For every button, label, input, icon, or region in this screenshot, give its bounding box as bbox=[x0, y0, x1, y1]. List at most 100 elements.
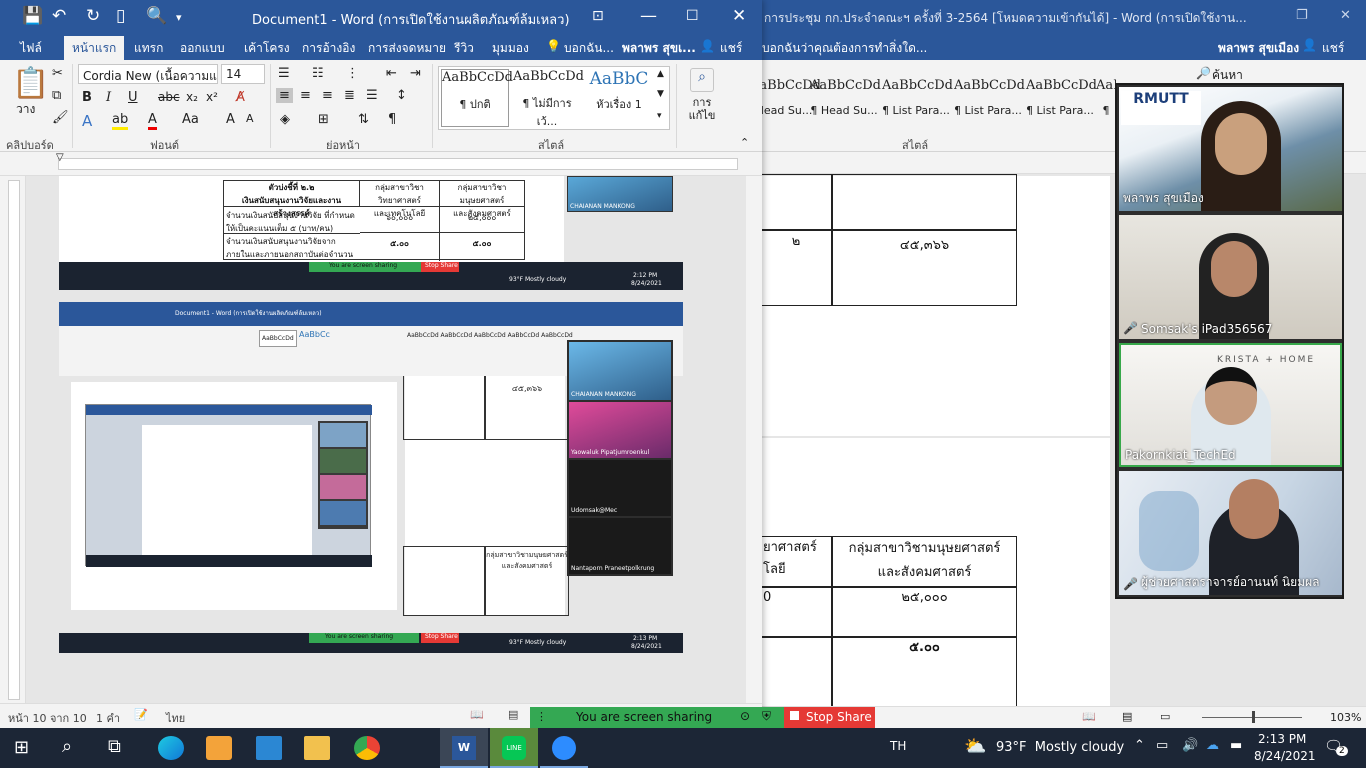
show-hidden-icons[interactable]: ⌃ bbox=[1134, 738, 1145, 753]
paste-label[interactable]: วาง bbox=[16, 100, 35, 119]
bg-style-4[interactable]: AaBbCcDd ¶ List Para... bbox=[954, 78, 1025, 126]
save-icon[interactable]: 💾 bbox=[22, 6, 43, 26]
read-mode-icon[interactable]: 📖 bbox=[470, 708, 484, 721]
taskbar-line[interactable]: LINE bbox=[490, 728, 538, 768]
close-icon[interactable]: ✕ bbox=[732, 6, 746, 26]
new-doc-icon[interactable]: ▯ bbox=[116, 6, 125, 26]
file-explorer-icon[interactable] bbox=[304, 736, 330, 760]
user-name[interactable]: พลาพร สุขเ... bbox=[622, 39, 696, 58]
tell-me-box[interactable]: บอกฉัน... bbox=[564, 39, 614, 58]
vertical-scrollbar[interactable] bbox=[746, 176, 762, 703]
change-case-icon[interactable]: Aa bbox=[182, 112, 199, 127]
clock-time[interactable]: 2:13 PM bbox=[1258, 732, 1306, 746]
copy-icon[interactable]: ⧉ bbox=[52, 88, 61, 103]
decrease-indent-icon[interactable]: ⇤ bbox=[386, 66, 397, 81]
edge-icon[interactable] bbox=[158, 736, 184, 760]
volume-icon[interactable]: 🔊 bbox=[1182, 738, 1198, 753]
zoom-thumb[interactable] bbox=[1252, 711, 1255, 723]
share-button[interactable]: แชร์ bbox=[720, 39, 742, 58]
store-icon[interactable] bbox=[206, 736, 232, 760]
bg-tell-me[interactable]: บอกฉันว่าคุณต้องการทำสิ่งใด... bbox=[762, 39, 927, 58]
mail-icon[interactable] bbox=[256, 736, 282, 760]
clear-format-icon[interactable]: A̸ bbox=[236, 90, 245, 105]
ribbon-display-icon[interactable]: ⊡ bbox=[592, 8, 604, 24]
bg-style-3[interactable]: AaBbCcDd ¶ List Para... bbox=[882, 78, 953, 126]
tab-insert[interactable]: แทรก bbox=[134, 39, 163, 58]
superscript-icon[interactable]: x² bbox=[206, 90, 218, 104]
tab-layout[interactable]: เค้าโครง bbox=[244, 39, 290, 58]
input-language[interactable]: TH bbox=[890, 739, 906, 753]
justify-icon[interactable]: ≣ bbox=[344, 88, 355, 103]
font-color-icon[interactable]: A bbox=[148, 112, 157, 130]
tab-design[interactable]: ออกแบบ bbox=[180, 39, 225, 58]
multilevel-icon[interactable]: ⋮ bbox=[346, 66, 359, 81]
drag-handle-icon[interactable]: ⋮ bbox=[536, 710, 547, 723]
tab-file[interactable]: ไฟล์ bbox=[20, 39, 42, 58]
tab-home[interactable]: หน้าแรก bbox=[64, 36, 125, 60]
onedrive-icon[interactable]: ☁ bbox=[1206, 738, 1219, 753]
align-left-icon[interactable]: ≡ bbox=[276, 88, 293, 103]
bg-search-icon[interactable]: 🔎 bbox=[1196, 66, 1211, 80]
text-effects-icon[interactable]: A bbox=[82, 112, 92, 130]
bg-style-6[interactable]: AaBbCcDd¶ ... bbox=[1096, 78, 1116, 126]
redo-icon[interactable]: ↻ bbox=[86, 6, 100, 26]
editing-button[interactable]: การ แก้ไข bbox=[684, 96, 720, 122]
borders-icon[interactable]: ⊞ bbox=[318, 112, 329, 127]
lightbulb-icon[interactable]: 💡 bbox=[546, 39, 561, 53]
style-heading-1[interactable]: AaBbC หัวเรื่อง 1 bbox=[585, 69, 653, 127]
print-layout-icon[interactable]: ▤ bbox=[1122, 710, 1132, 723]
indent-marker[interactable]: ▽ bbox=[56, 152, 64, 163]
italic-icon[interactable]: I bbox=[106, 90, 111, 105]
find-icon[interactable]: ⌕ bbox=[690, 68, 714, 92]
line-spacing-icon[interactable]: ↕ bbox=[396, 88, 407, 103]
style-no-spacing[interactable]: AaBbCcDd ¶ ไม่มีการเว้... bbox=[513, 69, 584, 128]
language-indicator[interactable]: ไทย bbox=[166, 709, 185, 727]
print-preview-icon[interactable]: 🔍 bbox=[146, 6, 167, 26]
bg-share-button[interactable]: แชร์ bbox=[1322, 39, 1344, 58]
restore-icon[interactable]: ❐ bbox=[1296, 8, 1308, 23]
increase-indent-icon[interactable]: ⇥ bbox=[410, 66, 421, 81]
bg-share-icon[interactable]: 👤 bbox=[1302, 38, 1317, 52]
bg-style-2[interactable]: AaBbCcDd ¶ Head Su... bbox=[810, 78, 881, 126]
tab-review[interactable]: รีวิว bbox=[454, 39, 474, 58]
style-normal[interactable]: AaBbCcDd ¶ ปกติ bbox=[441, 69, 513, 127]
video-tile-2[interactable]: 🎤 Somsak's iPad356567 bbox=[1119, 215, 1342, 339]
task-view-icon[interactable]: ⧉ bbox=[108, 736, 121, 757]
close-icon[interactable]: ✕ bbox=[1340, 8, 1351, 23]
minimize-icon[interactable]: — bbox=[640, 6, 657, 26]
font-name-dropdown[interactable]: Cordia New (เนื้อความแบบ bbox=[78, 64, 218, 84]
undo-icon[interactable]: ↶ bbox=[52, 6, 66, 26]
subscript-icon[interactable]: x₂ bbox=[186, 90, 198, 104]
gallery-down-icon[interactable]: ▼ bbox=[657, 89, 664, 99]
zoom-level[interactable]: 103% bbox=[1330, 711, 1361, 724]
security-shield-icon[interactable]: ⛨ bbox=[762, 709, 771, 724]
tab-view[interactable]: มุมมอง bbox=[492, 39, 529, 58]
font-size-dropdown[interactable]: 14 bbox=[221, 64, 265, 84]
video-tile-3[interactable]: KRISTA + HOME Pakornkiat_TechEd bbox=[1119, 343, 1342, 467]
tab-references[interactable]: การอ้างอิง bbox=[302, 39, 355, 58]
tab-mailings[interactable]: การส่งจดหมาย bbox=[368, 39, 446, 58]
pause-share-icon[interactable]: ⊙ bbox=[740, 709, 750, 723]
print-layout-icon[interactable]: ▤ bbox=[508, 708, 518, 721]
format-painter-icon[interactable]: 🖌 bbox=[52, 110, 69, 125]
shading-icon[interactable]: ◈ bbox=[280, 112, 290, 127]
taskbar-zoom[interactable] bbox=[540, 728, 588, 768]
read-mode-icon[interactable]: 📖 bbox=[1082, 710, 1096, 723]
page-count[interactable]: หน้า 10 จาก 10 bbox=[8, 709, 87, 727]
bg-style-5[interactable]: AaBbCcDd ¶ List Para... bbox=[1026, 78, 1097, 126]
strikethrough-icon[interactable]: abc bbox=[158, 90, 180, 104]
chrome-icon[interactable] bbox=[354, 736, 380, 760]
proofing-icon[interactable]: 📝 bbox=[134, 708, 148, 721]
share-icon[interactable]: 👤 bbox=[700, 39, 715, 53]
show-marks-icon[interactable]: ¶ bbox=[388, 112, 396, 127]
web-layout-icon[interactable]: ▭ bbox=[1160, 710, 1170, 723]
customize-qat-icon[interactable]: ▾ bbox=[176, 11, 182, 24]
grow-font-icon[interactable]: A bbox=[226, 112, 235, 127]
gallery-up-icon[interactable]: ▲ bbox=[657, 69, 664, 79]
taskbar-word[interactable]: W bbox=[440, 728, 488, 768]
maximize-icon[interactable]: ☐ bbox=[686, 8, 699, 24]
distributed-icon[interactable]: ☰ bbox=[366, 88, 378, 103]
underline-icon[interactable]: U bbox=[128, 90, 138, 105]
weather-text[interactable]: 93°F Mostly cloudy bbox=[996, 740, 1124, 755]
battery-icon[interactable]: ▬ bbox=[1230, 738, 1242, 753]
